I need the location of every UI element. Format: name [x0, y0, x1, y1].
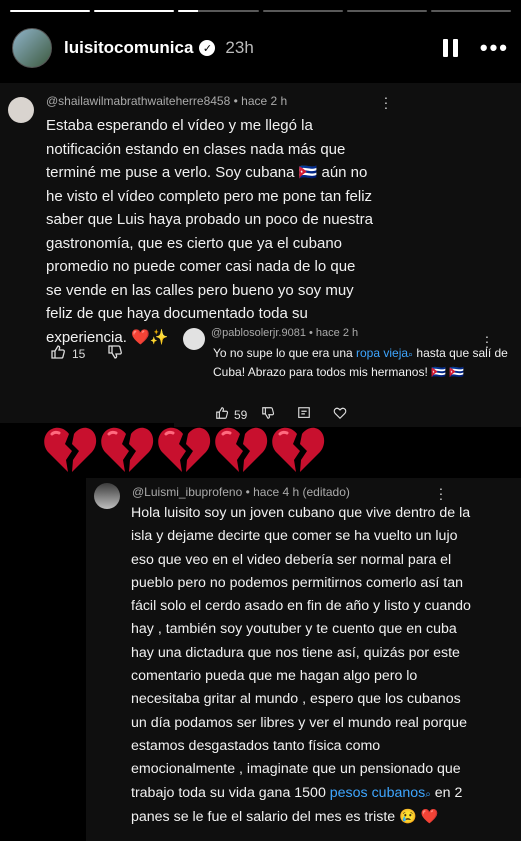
comment-handle: @Luismi_ibuprofeno	[132, 485, 243, 499]
commenter-avatar	[94, 483, 120, 509]
like-icon[interactable]	[50, 344, 66, 364]
comment-time: hace 4 h (editado)	[253, 485, 350, 499]
progress-segment	[262, 10, 343, 12]
reply-search-link[interactable]: ropa vieja	[356, 346, 408, 360]
comment-search-link[interactable]: pesos cubanos	[330, 785, 425, 801]
progress-segment	[178, 10, 259, 12]
broken-heart-icon	[213, 424, 269, 476]
like-count: 59	[234, 408, 248, 422]
broken-heart-icon	[42, 424, 98, 476]
commenter-avatar	[8, 97, 34, 123]
reply-time: hace 2 h	[315, 327, 359, 339]
comment-meta: @shailawilmabrathwaiteherre8458 • hace 2…	[46, 94, 288, 108]
story-header: luisitocomunica ✓ 23h •••	[12, 28, 509, 68]
reply-actions: 59	[215, 406, 347, 424]
broken-heart-icon	[99, 424, 155, 476]
reply-icon[interactable]	[297, 406, 311, 424]
comment-card: @Luismi_ibuprofeno • hace 4 h (editado) …	[86, 478, 521, 841]
broken-hearts-row	[42, 424, 326, 476]
progress-segment	[346, 10, 427, 12]
profile-avatar[interactable]	[12, 28, 52, 68]
dislike-icon[interactable]	[107, 344, 123, 364]
story-time: 23h	[225, 38, 254, 57]
broken-heart-icon	[156, 424, 212, 476]
comment-meta: @Luismi_ibuprofeno • hace 4 h (editado)	[132, 485, 350, 499]
comment-text: Hola luisito soy un joven cubano que viv…	[131, 502, 471, 829]
reply-text: Yo no supe lo que era una ropa vieja⌕ ha…	[213, 344, 508, 381]
dislike-icon[interactable]	[261, 406, 275, 424]
broken-heart-icon	[270, 424, 326, 476]
comment-actions: 15	[50, 344, 123, 364]
heart-outline-icon[interactable]	[333, 406, 347, 424]
comment-text: Estaba esperando el vídeo y me llegó la …	[46, 117, 373, 346]
reply-card: @pablosolerjr.9081 • hace 2 h · · · Yo no …	[174, 322, 521, 427]
comment-time: hace 2 h	[241, 94, 288, 108]
username[interactable]: luisitocomunica	[64, 38, 193, 58]
like-count: 15	[72, 347, 86, 361]
reply-handle: @pablosolerjr.9081	[211, 327, 306, 339]
reply-meta: @pablosolerjr.9081 • hace 2 h	[211, 327, 359, 339]
comment-text-part: Hola luisito soy un joven cubano que viv…	[131, 505, 471, 801]
progress-segment	[94, 10, 175, 12]
comment-handle: @shailawilmabrathwaiteherre8458	[46, 94, 231, 108]
progress-fill	[94, 10, 175, 12]
reply-text-part: Yo no supe lo que era una	[213, 346, 357, 360]
verified-badge-icon: ✓	[199, 40, 216, 56]
reply-avatar	[183, 328, 205, 350]
story-progress-bar	[10, 10, 512, 12]
pause-icon[interactable]	[442, 39, 458, 57]
comment-menu-icon[interactable]: · · ·	[383, 90, 389, 114]
like-icon[interactable]	[215, 406, 229, 424]
progress-segment	[10, 10, 91, 12]
progress-segment	[430, 10, 512, 12]
more-options-icon[interactable]: •••	[480, 37, 509, 59]
progress-fill	[10, 10, 91, 12]
progress-fill	[178, 10, 199, 12]
comment-menu-icon[interactable]: · · ·	[438, 481, 444, 505]
